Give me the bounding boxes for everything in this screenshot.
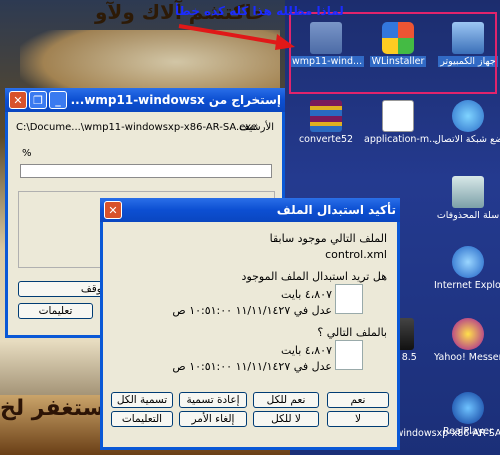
extract-progress-bar	[20, 164, 272, 178]
realplayer-icon	[452, 392, 484, 424]
cancel-button[interactable]: إلغاء الأمر	[179, 411, 247, 427]
no-button[interactable]: لا	[327, 411, 389, 427]
desktop-icon-recycle-bin[interactable]: سلة المحذوفات	[432, 176, 500, 221]
new-modified: عدل في ١١/١١/١٤٢٧ ١٠:٥١:٠٠ ص	[172, 360, 332, 373]
desktop-icon-converte52[interactable]: converte52	[290, 100, 362, 145]
rename-button[interactable]: إعادة تسمية	[179, 392, 247, 408]
desktop-icon-yahoo-messenger[interactable]: Yahoo! Messenger	[432, 318, 500, 363]
existing-filename: control.xml	[325, 248, 387, 261]
winrar-archive-icon	[310, 100, 342, 132]
existing-modified: عدل في ١١/١١/١٤٢٧ ١٠:٥١:٠٠ ص	[172, 304, 332, 317]
close-button[interactable]: ✕	[9, 91, 27, 109]
percent-label: %	[22, 148, 32, 159]
yes-to-all-button[interactable]: نعم للكل	[253, 392, 319, 408]
confirm-replace-dialog: ✕ تأكيد استبدال الملف الملف التالي موجود…	[100, 198, 400, 450]
extract-window-titlebar[interactable]: ✕ ❐ _ إستخراج من wmp11-windowsx...	[5, 88, 285, 112]
minimize-button[interactable]: _	[49, 91, 67, 109]
recycle-bin-icon	[452, 176, 484, 208]
restore-button[interactable]: ❐	[29, 91, 47, 109]
internet-explorer-icon	[452, 246, 484, 278]
dialog-close-button[interactable]: ✕	[104, 201, 122, 219]
help-button[interactable]: تعليمات	[18, 303, 93, 319]
yes-button[interactable]: نعم	[327, 392, 389, 408]
exists-message: الملف التالي موجود سابقا	[269, 232, 387, 245]
archive-path: C:\Docume...\wmp11-windowsxp-x86-AR-SA.e…	[16, 122, 257, 133]
desktop-icon-application[interactable]: application-m...	[362, 100, 438, 145]
yahoo-messenger-icon	[452, 318, 484, 350]
existing-file-icon	[335, 284, 363, 314]
dialog-help-button[interactable]: التعليمات	[111, 411, 173, 427]
new-file-icon	[335, 340, 363, 370]
desktop-icon-network-places[interactable]: مواضع شبكة الاتصال	[432, 100, 500, 145]
extract-window-title: إستخراج من wmp11-windowsx...	[70, 93, 281, 107]
red-arrow-icon	[178, 24, 295, 50]
rename-all-button[interactable]: تسمية الكل	[111, 392, 173, 408]
new-size: ٤،٨٠٧ بايت	[281, 344, 332, 357]
confirm-dialog-titlebar[interactable]: ✕ تأكيد استبدال الملف	[100, 198, 400, 222]
network-places-icon	[452, 100, 484, 132]
no-to-all-button[interactable]: لا للكل	[253, 411, 319, 427]
document-icon	[382, 100, 414, 132]
existing-size: ٤،٨٠٧ بايت	[281, 288, 332, 301]
with-label: بالملف التالي ؟	[317, 326, 387, 339]
selection-highlight-box	[289, 12, 497, 94]
confirm-dialog-title: تأكيد استبدال الملف	[276, 203, 396, 217]
archive-label: الأرشيف	[238, 122, 274, 133]
desktop-icon-internet-explorer[interactable]: Internet Explorer	[432, 246, 500, 291]
replace-question: هل تريد استبدال الملف الموجود	[241, 270, 387, 283]
annotation-text: لماذا مظلله هذا كله كده خطأ	[175, 4, 344, 18]
